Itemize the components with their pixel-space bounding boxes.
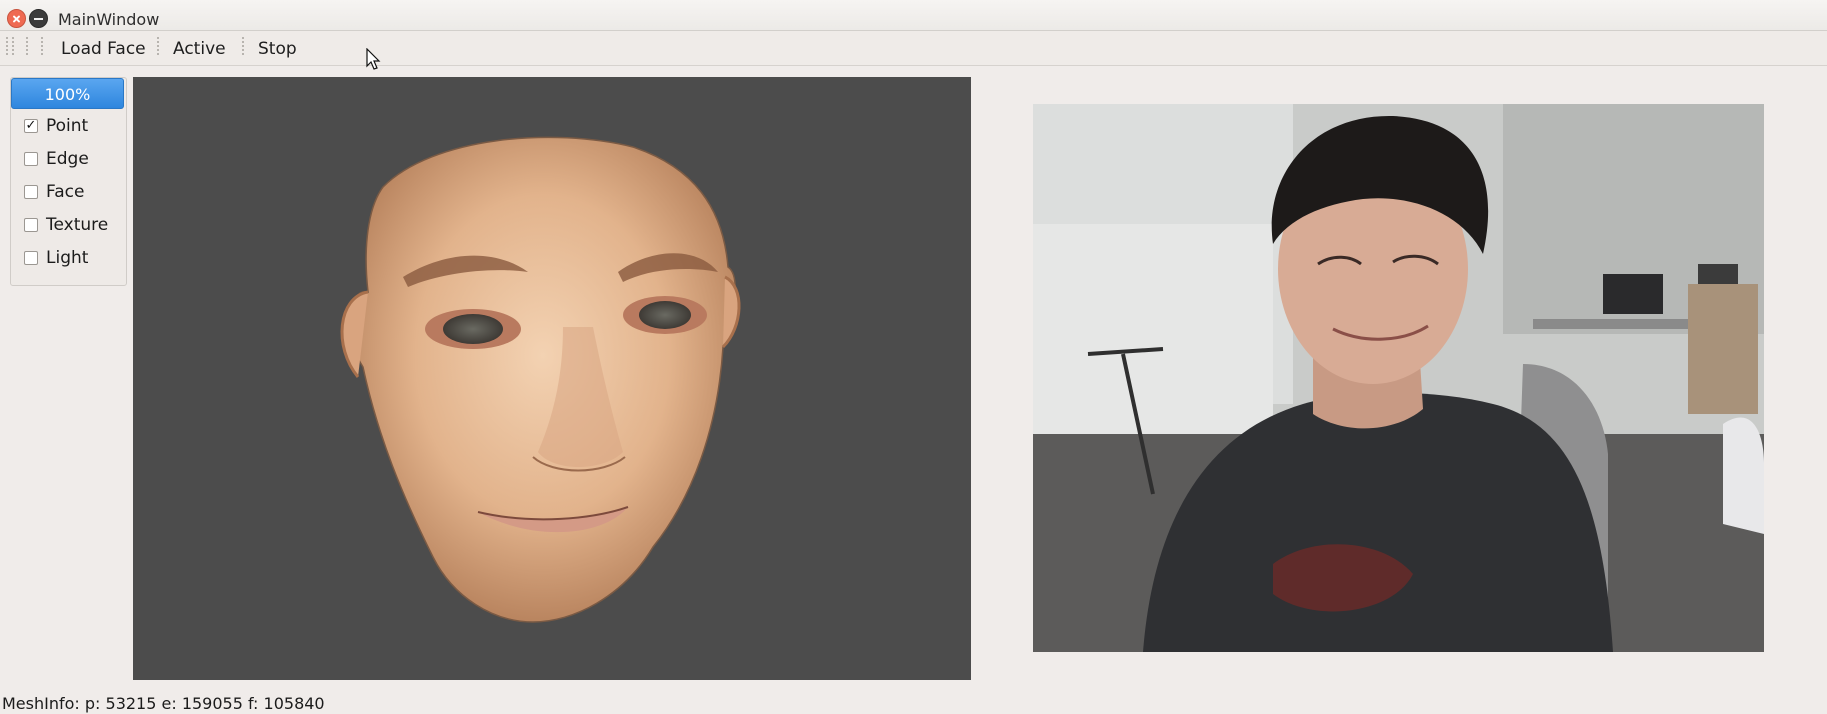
toolbar-separator <box>242 37 244 57</box>
title-bar: MainWindow <box>0 0 1827 31</box>
status-bar-mesh-info: MeshInfo: p: 53215 e: 159055 f: 105840 <box>2 694 325 713</box>
zoom-button[interactable]: 100% <box>11 78 124 109</box>
texture-label: Texture <box>46 215 109 235</box>
checkbox-icon[interactable] <box>24 218 38 232</box>
face-label: Face <box>46 182 85 202</box>
toolbar-grip[interactable] <box>12 37 14 57</box>
toolbar-separator <box>157 37 159 57</box>
checkbox-icon[interactable] <box>24 152 38 166</box>
window-title: MainWindow <box>58 10 160 29</box>
3d-viewport[interactable] <box>133 77 971 680</box>
active-button[interactable]: Active <box>173 39 226 59</box>
display-options-panel: 100% ✓ Point Edge Face Texture Light <box>10 77 127 286</box>
toolbar-grip[interactable] <box>6 37 8 57</box>
mouse-cursor-icon <box>366 48 381 70</box>
checkmark-icon[interactable]: ✓ <box>24 119 38 133</box>
face-mesh-render <box>340 136 741 623</box>
minimize-icon[interactable] <box>29 9 48 28</box>
edge-label: Edge <box>46 149 89 169</box>
toolbar: Load Face Active Stop <box>0 31 1827 66</box>
close-icon[interactable] <box>7 9 26 28</box>
webcam-feed <box>1033 104 1764 652</box>
toolbar-grip[interactable] <box>26 37 28 57</box>
light-label: Light <box>46 248 89 268</box>
webcam-image <box>1033 104 1764 652</box>
load-face-button[interactable]: Load Face <box>61 39 146 59</box>
point-label: Point <box>46 116 89 136</box>
checkbox-icon[interactable] <box>24 251 38 265</box>
stop-button[interactable]: Stop <box>258 39 297 59</box>
toolbar-grip[interactable] <box>41 37 43 57</box>
checkbox-icon[interactable] <box>24 185 38 199</box>
